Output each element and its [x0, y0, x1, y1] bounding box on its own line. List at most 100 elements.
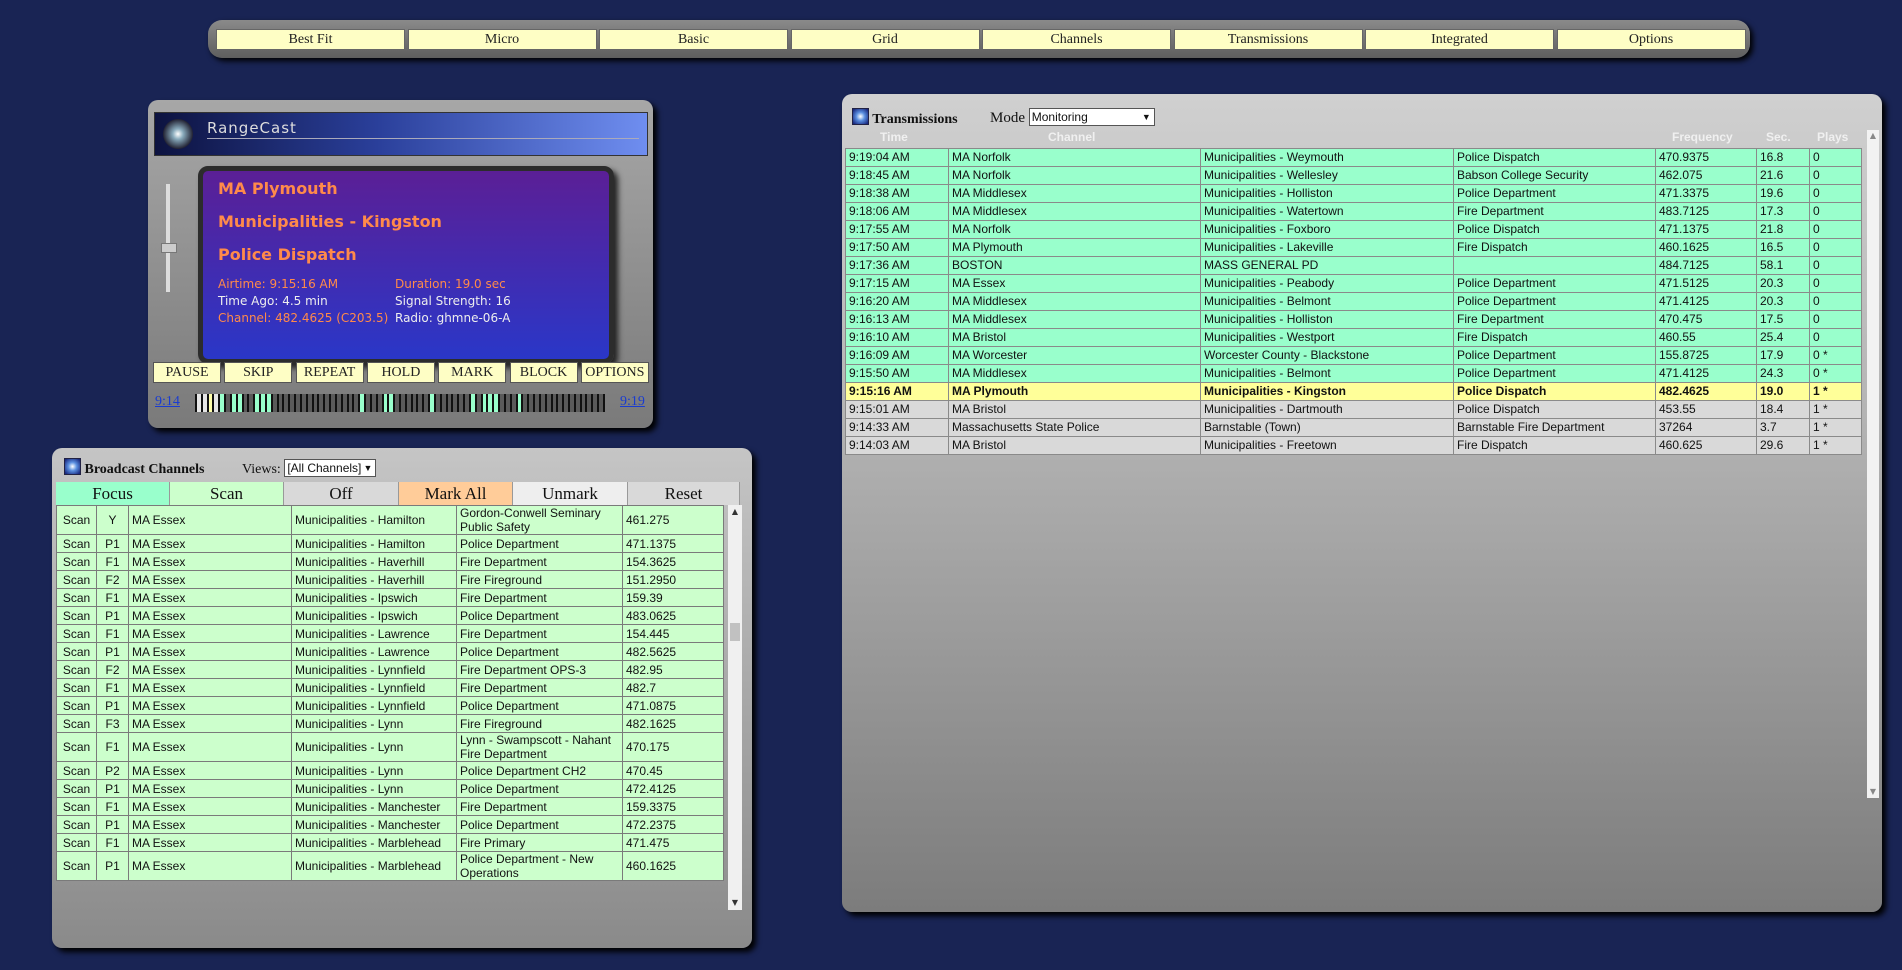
transmission-row[interactable]: 9:16:09 AM MA Worcester Worcester County -… — [845, 346, 1862, 365]
broadcast-row[interactable]: Scan F1 MA Essex Municipalities - Marblehea… — [56, 833, 724, 852]
broadcast-cell[interactable]: Scan — [56, 660, 97, 679]
transmission-row[interactable]: 9:18:45 AM MA Norfolk Municipalities - Wel… — [845, 166, 1862, 185]
broadcast-cell[interactable]: P1 — [96, 696, 129, 715]
broadcast-cell[interactable]: Scan — [56, 505, 97, 535]
broadcast-cell[interactable]: F1 — [96, 833, 129, 852]
mode-select[interactable]: Monitoring ▼ — [1028, 108, 1155, 126]
broadcast-cell[interactable]: P1 — [96, 606, 129, 625]
timeline-segment[interactable] — [325, 394, 330, 412]
timeline-segment[interactable] — [470, 394, 475, 412]
broadcast-cell[interactable]: P1 — [96, 851, 129, 881]
timeline-segment[interactable] — [529, 394, 534, 412]
timeline-segment[interactable] — [371, 394, 376, 412]
col-plays[interactable]: Plays — [1817, 130, 1848, 144]
timeline-segment[interactable] — [237, 394, 242, 412]
broadcast-row[interactable]: Scan P2 MA Essex Municipalities - Lynn Polic… — [56, 761, 724, 780]
timeline-segment[interactable] — [214, 394, 219, 412]
timeline-segment[interactable] — [231, 394, 236, 412]
timeline-segment[interactable] — [331, 394, 335, 412]
broadcast-cell[interactable]: Scan — [56, 815, 97, 834]
broadcast-cell[interactable]: F1 — [96, 732, 129, 762]
nav-button[interactable]: Grid — [790, 29, 980, 50]
timeline-segment[interactable] — [441, 394, 446, 412]
transmissions-scrollbar[interactable]: ▲ ▼ — [1867, 130, 1879, 798]
player-control-button[interactable]: OPTIONS — [580, 362, 649, 383]
timeline-segment[interactable] — [552, 394, 557, 412]
timeline-segment[interactable] — [482, 394, 487, 412]
timeline-segment[interactable] — [226, 394, 230, 412]
timeline-segment[interactable] — [261, 394, 265, 412]
timeline-segment[interactable] — [249, 394, 254, 412]
transmission-row[interactable]: 9:14:33 AM Massachusetts State Police Barn… — [845, 418, 1862, 437]
timeline-segment[interactable] — [301, 394, 306, 412]
broadcast-row[interactable]: Scan F1 MA Essex Municipalities - Mancheste… — [56, 797, 724, 816]
broadcast-cell[interactable]: P1 — [96, 779, 129, 798]
timeline-segment[interactable] — [208, 394, 213, 412]
broadcast-row[interactable]: Scan F3 MA Essex Municipalities - Lynn Fire … — [56, 714, 724, 733]
timeline-segment[interactable] — [500, 394, 504, 412]
timeline-segment[interactable] — [360, 394, 365, 412]
timeline-segment[interactable] — [342, 394, 347, 412]
broadcast-cell[interactable]: Scan — [56, 696, 97, 715]
timeline-segment[interactable] — [395, 394, 399, 412]
broadcast-cell[interactable]: Scan — [56, 714, 97, 733]
broadcast-cell[interactable]: F3 — [96, 714, 129, 733]
scroll-up-icon[interactable]: ▲ — [1867, 130, 1879, 142]
nav-button[interactable]: Basic — [599, 29, 788, 50]
timeline-segment[interactable] — [307, 394, 312, 412]
timeline-segment[interactable] — [400, 394, 405, 412]
broadcast-row[interactable]: Scan F2 MA Essex Municipalities - Haverhill… — [56, 570, 724, 589]
timeline-segment[interactable] — [476, 394, 481, 412]
broadcast-cell[interactable]: Scan — [56, 678, 97, 697]
broadcast-tab[interactable]: Focus — [56, 482, 170, 505]
transmission-row[interactable]: 9:15:16 AM MA Plymouth Municipalities - Ki… — [845, 382, 1862, 401]
nav-button[interactable]: Micro — [407, 29, 597, 50]
timeline-segment[interactable] — [546, 394, 551, 412]
broadcast-tab[interactable]: Off — [284, 482, 399, 505]
player-control-button[interactable]: HOLD — [366, 362, 435, 383]
volume-slider-handle[interactable] — [161, 243, 177, 253]
timeline-segment[interactable] — [272, 394, 277, 412]
broadcast-row[interactable]: Scan F1 MA Essex Municipalities - Lynn Lynn … — [56, 732, 724, 762]
broadcast-cell[interactable]: Scan — [56, 779, 97, 798]
broadcast-cell[interactable]: Scan — [56, 851, 97, 881]
timeline-segment[interactable] — [535, 394, 539, 412]
nav-button[interactable]: Integrated — [1365, 29, 1554, 50]
broadcast-row[interactable]: Scan P1 MA Essex Municipalities - Lawrence P… — [56, 642, 724, 661]
broadcast-cell[interactable]: Y — [96, 505, 129, 535]
timeline-segment[interactable] — [523, 394, 528, 412]
broadcast-cell[interactable]: Scan — [56, 624, 97, 643]
broadcast-cell[interactable]: Scan — [56, 797, 97, 816]
player-control-button[interactable]: BLOCK — [509, 362, 578, 383]
nav-button[interactable]: Options — [1556, 29, 1746, 50]
timeline-segment[interactable] — [430, 394, 434, 412]
timeline-segment[interactable] — [383, 394, 388, 412]
timeline-segment[interactable] — [412, 394, 417, 412]
broadcast-cell[interactable]: F1 — [96, 588, 129, 607]
broadcast-cell[interactable]: F2 — [96, 570, 129, 589]
broadcast-tab[interactable]: Reset — [628, 482, 740, 505]
broadcast-tab[interactable]: Unmark — [513, 482, 628, 505]
timeline-segment[interactable] — [447, 394, 452, 412]
broadcast-cell[interactable]: Scan — [56, 588, 97, 607]
timeline-segment[interactable] — [290, 394, 295, 412]
timeline-segment[interactable] — [220, 394, 225, 412]
timeline-segment[interactable] — [406, 394, 411, 412]
timeline-segment[interactable] — [465, 394, 469, 412]
broadcast-cell[interactable]: Scan — [56, 570, 97, 589]
timeline-segment[interactable] — [354, 394, 359, 412]
broadcast-row[interactable]: Scan F1 MA Essex Municipalities - Haverhill… — [56, 552, 724, 571]
timeline-segment[interactable] — [377, 394, 382, 412]
broadcast-row[interactable]: Scan P1 MA Essex Municipalities - Hamilton P… — [56, 534, 724, 553]
player-control-button[interactable]: REPEAT — [295, 362, 364, 383]
timeline-segment[interactable] — [313, 394, 318, 412]
scroll-up-icon[interactable]: ▲ — [728, 505, 742, 519]
views-select[interactable]: [All Channels] ▼ — [284, 459, 377, 477]
transmission-row[interactable]: 9:17:50 AM MA Plymouth Municipalities - La… — [845, 238, 1862, 257]
timeline-segment[interactable] — [348, 394, 353, 412]
nav-button[interactable]: Transmissions — [1173, 29, 1363, 50]
transmission-row[interactable]: 9:18:06 AM MA Middlesex Municipalities - W… — [845, 202, 1862, 221]
timeline-segment[interactable] — [453, 394, 458, 412]
broadcast-tab[interactable]: Scan — [170, 482, 284, 505]
broadcast-cell[interactable]: P2 — [96, 761, 129, 780]
